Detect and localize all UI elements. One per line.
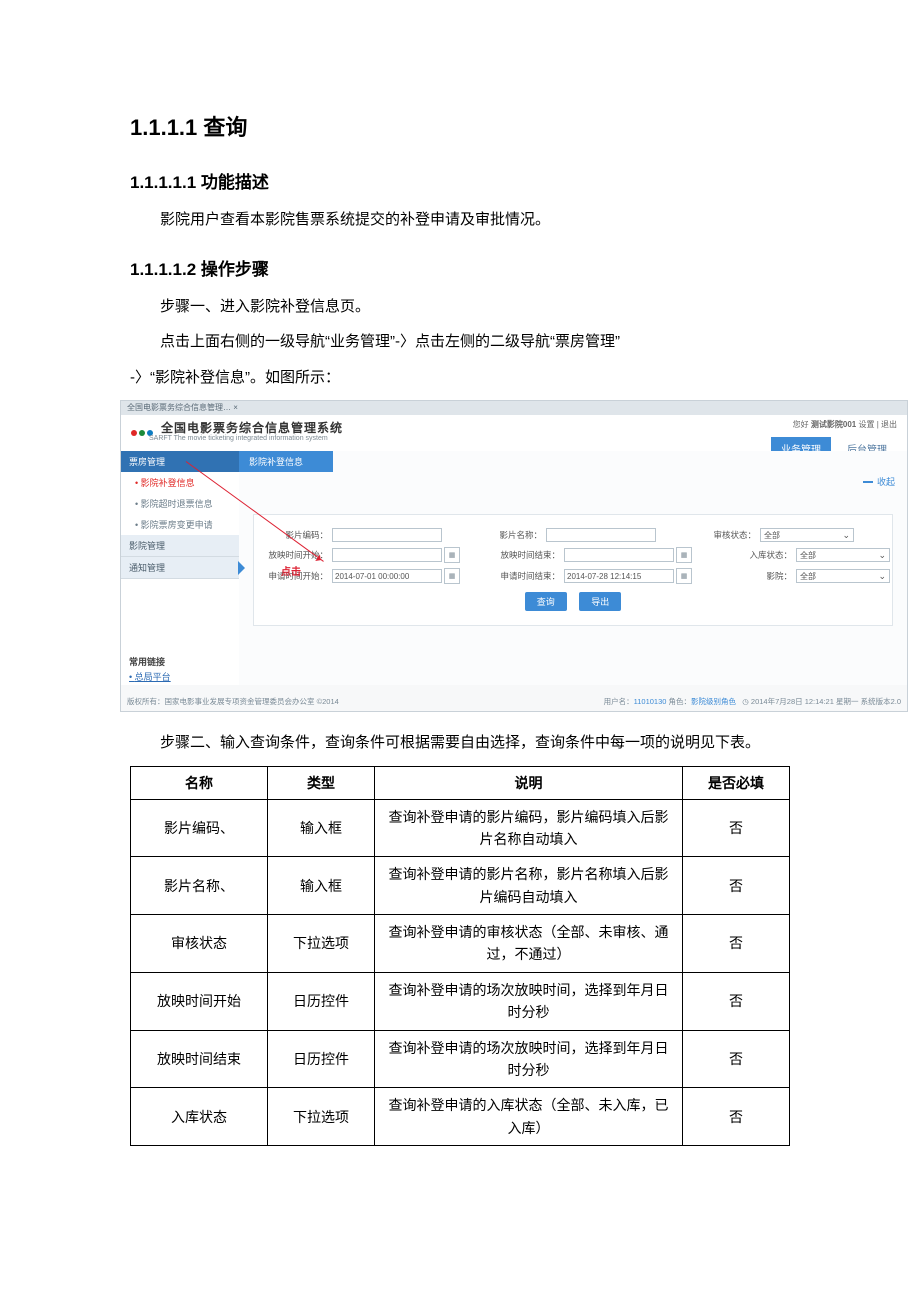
footer-copyright: 版权所有：国家电影事业发展专项资金管理委员会办公室 ©2014 bbox=[127, 696, 339, 707]
cell-desc: 查询补登申请的入库状态（全部、未入库，已入库） bbox=[375, 1088, 683, 1146]
input-apply-start[interactable]: 2014-07-01 00:00:00 bbox=[332, 569, 442, 583]
label-cinema: 影院： bbox=[722, 570, 796, 582]
embedded-screenshot: 全国电影票务综合信息管理… × 全国电影票务综合信息管理系统 SARFT The… bbox=[120, 400, 908, 712]
footer-time: 2014年7月28日 12:14:21 星期一 系统版本2.0 bbox=[751, 697, 901, 706]
table-row: 放映时间开始 日历控件 查询补登申请的场次放映时间，选择到年月日时分秒 否 bbox=[131, 972, 790, 1030]
calendar-icon[interactable]: ▦ bbox=[444, 547, 460, 563]
select-cinema[interactable]: 全部 bbox=[796, 569, 890, 583]
label-film-name: 影片名称： bbox=[472, 529, 546, 541]
sidebar-sec-cinema[interactable]: 影院管理 bbox=[121, 535, 239, 557]
input-show-end[interactable] bbox=[564, 548, 674, 562]
greeting-prefix: 您好 bbox=[793, 420, 809, 429]
logo-subtitle: SARFT The movie ticketing integrated inf… bbox=[149, 435, 328, 442]
logo-dot-red bbox=[131, 430, 137, 436]
heading-2-steps: 1.1.1.1.2 操作步骤 bbox=[130, 255, 790, 280]
heading-2-function: 1.1.1.1.1 功能描述 bbox=[130, 168, 790, 193]
annotation-label: 点击 bbox=[281, 563, 301, 578]
app-header: 全国电影票务综合信息管理系统 SARFT The movie ticketing… bbox=[121, 415, 907, 452]
cell-type: 下拉选项 bbox=[268, 1088, 375, 1146]
th-desc: 说明 bbox=[375, 766, 683, 799]
cell-desc: 查询补登申请的场次放映时间，选择到年月日时分秒 bbox=[375, 972, 683, 1030]
logo-title: 全国电影票务综合信息管理系统 bbox=[161, 419, 343, 436]
sidebar-item-refund[interactable]: • 影院超时退票信息 bbox=[121, 493, 239, 514]
sidebar-item-change[interactable]: • 影院票房变更申请 bbox=[121, 514, 239, 535]
calendar-icon[interactable]: ▦ bbox=[444, 568, 460, 584]
cell-name: 影片名称、 bbox=[131, 857, 268, 915]
sidebar: 票房管理 • 影院补登信息 • 影院超时退票信息 • 影院票房变更申请 影院管理… bbox=[121, 451, 240, 685]
cell-name: 审核状态 bbox=[131, 915, 268, 973]
th-name: 名称 bbox=[131, 766, 268, 799]
cell-desc: 查询补登申请的审核状态（全部、未审核、通过，不通过） bbox=[375, 915, 683, 973]
input-film-name[interactable] bbox=[546, 528, 656, 542]
user-greeting: 您好 测试影院001 设置 | 退出 bbox=[793, 419, 897, 430]
input-show-start[interactable] bbox=[332, 548, 442, 562]
input-film-code[interactable] bbox=[332, 528, 442, 542]
filter-form: 影片编码： 影片名称： 审核状态：全部 放映时间开始：▦ 放映时间结束：▦ 入库… bbox=[253, 514, 893, 626]
cell-required: 否 bbox=[683, 799, 790, 857]
logo: 全国电影票务综合信息管理系统 bbox=[131, 419, 343, 436]
panel-title: 影院补登信息 bbox=[239, 451, 333, 472]
sidebar-common-link[interactable]: • 总局平台 bbox=[121, 670, 239, 683]
cell-required: 否 bbox=[683, 972, 790, 1030]
step-1-intro: 步骤一、进入影院补登信息页。 bbox=[130, 294, 790, 320]
step-2-intro: 步骤二、输入查询条件，查询条件可根据需要自由选择，查询条件中每一项的说明见下表。 bbox=[130, 730, 790, 756]
cell-type: 下拉选项 bbox=[268, 915, 375, 973]
cell-desc: 查询补登申请的影片名称，影片名称填入后影片编码自动填入 bbox=[375, 857, 683, 915]
table-row: 影片编码、 输入框 查询补登申请的影片编码，影片编码填入后影片名称自动填入 否 bbox=[131, 799, 790, 857]
table-header-row: 名称 类型 说明 是否必填 bbox=[131, 766, 790, 799]
cell-type: 日历控件 bbox=[268, 1030, 375, 1088]
cell-required: 否 bbox=[683, 1030, 790, 1088]
footer-bar: 版权所有：国家电影事业发展专项资金管理委员会办公室 ©2014 用户名：1101… bbox=[127, 696, 901, 707]
footer-role-label: 角色： bbox=[669, 697, 692, 706]
main-panel: 影院补登信息 收起 影片编码： 影片名称： 审核状态：全部 放映时间开始：▦ 放… bbox=[239, 451, 907, 685]
greeting-user: 测试影院001 bbox=[811, 420, 856, 429]
th-required: 是否必填 bbox=[683, 766, 790, 799]
cell-name: 放映时间开始 bbox=[131, 972, 268, 1030]
browser-tab: 全国电影票务综合信息管理… × bbox=[121, 401, 907, 415]
cell-desc: 查询补登申请的影片编码，影片编码填入后影片名称自动填入 bbox=[375, 799, 683, 857]
label-audit-status: 审核状态： bbox=[686, 529, 760, 541]
sidebar-toggle-icon[interactable] bbox=[238, 561, 252, 575]
select-store-status[interactable]: 全部 bbox=[796, 548, 890, 562]
footer-role: 影院级别角色 bbox=[691, 697, 736, 706]
th-type: 类型 bbox=[268, 766, 375, 799]
input-apply-end[interactable]: 2014-07-28 12:14:15 bbox=[564, 569, 674, 583]
cell-type: 输入框 bbox=[268, 857, 375, 915]
footer-user-label: 用户名： bbox=[604, 697, 634, 706]
params-table: 名称 类型 说明 是否必填 影片编码、 输入框 查询补登申请的影片编码，影片编码… bbox=[130, 766, 790, 1147]
select-audit-status[interactable]: 全部 bbox=[760, 528, 854, 542]
step-1-navpath-line2: -〉“影院补登信息”。如图所示： bbox=[130, 365, 790, 391]
cell-required: 否 bbox=[683, 857, 790, 915]
table-row: 审核状态 下拉选项 查询补登申请的审核状态（全部、未审核、通过，不通过） 否 bbox=[131, 915, 790, 973]
cell-name: 入库状态 bbox=[131, 1088, 268, 1146]
query-button[interactable]: 查询 bbox=[525, 592, 567, 611]
sidebar-sec-notice[interactable]: 通知管理 bbox=[121, 557, 239, 579]
label-store-status: 入库状态： bbox=[722, 549, 796, 561]
cell-name: 放映时间结束 bbox=[131, 1030, 268, 1088]
function-description: 影院用户查看本影院售票系统提交的补登申请及审批情况。 bbox=[130, 207, 790, 233]
logo-dot-green bbox=[139, 430, 145, 436]
calendar-icon[interactable]: ▦ bbox=[676, 547, 692, 563]
cell-required: 否 bbox=[683, 1088, 790, 1146]
heading-1: 1.1.1.1 查询 bbox=[130, 110, 790, 142]
cell-name: 影片编码、 bbox=[131, 799, 268, 857]
cell-required: 否 bbox=[683, 915, 790, 973]
label-apply-end: 申请时间结束： bbox=[490, 570, 564, 582]
cell-type: 日历控件 bbox=[268, 972, 375, 1030]
label-show-end: 放映时间结束： bbox=[490, 549, 564, 561]
table-row: 影片名称、 输入框 查询补登申请的影片名称，影片名称填入后影片编码自动填入 否 bbox=[131, 857, 790, 915]
greeting-links[interactable]: 设置 | 退出 bbox=[858, 420, 897, 429]
step-1-navpath-line1: 点击上面右侧的一级导航“业务管理”-〉点击左侧的二级导航“票房管理” bbox=[130, 329, 790, 355]
sidebar-item-supplement[interactable]: • 影院补登信息 bbox=[121, 472, 239, 493]
cell-type: 输入框 bbox=[268, 799, 375, 857]
sidebar-sec-boxoffice[interactable]: 票房管理 bbox=[121, 451, 239, 472]
collapse-toggle[interactable]: 收起 bbox=[863, 475, 895, 488]
cell-desc: 查询补登申请的场次放映时间，选择到年月日时分秒 bbox=[375, 1030, 683, 1088]
table-row: 入库状态 下拉选项 查询补登申请的入库状态（全部、未入库，已入库） 否 bbox=[131, 1088, 790, 1146]
table-row: 放映时间结束 日历控件 查询补登申请的场次放映时间，选择到年月日时分秒 否 bbox=[131, 1030, 790, 1088]
sidebar-common-title: 常用链接 bbox=[121, 649, 239, 670]
calendar-icon[interactable]: ▦ bbox=[676, 568, 692, 584]
footer-user: 11010130 bbox=[634, 697, 667, 706]
export-button[interactable]: 导出 bbox=[579, 592, 621, 611]
